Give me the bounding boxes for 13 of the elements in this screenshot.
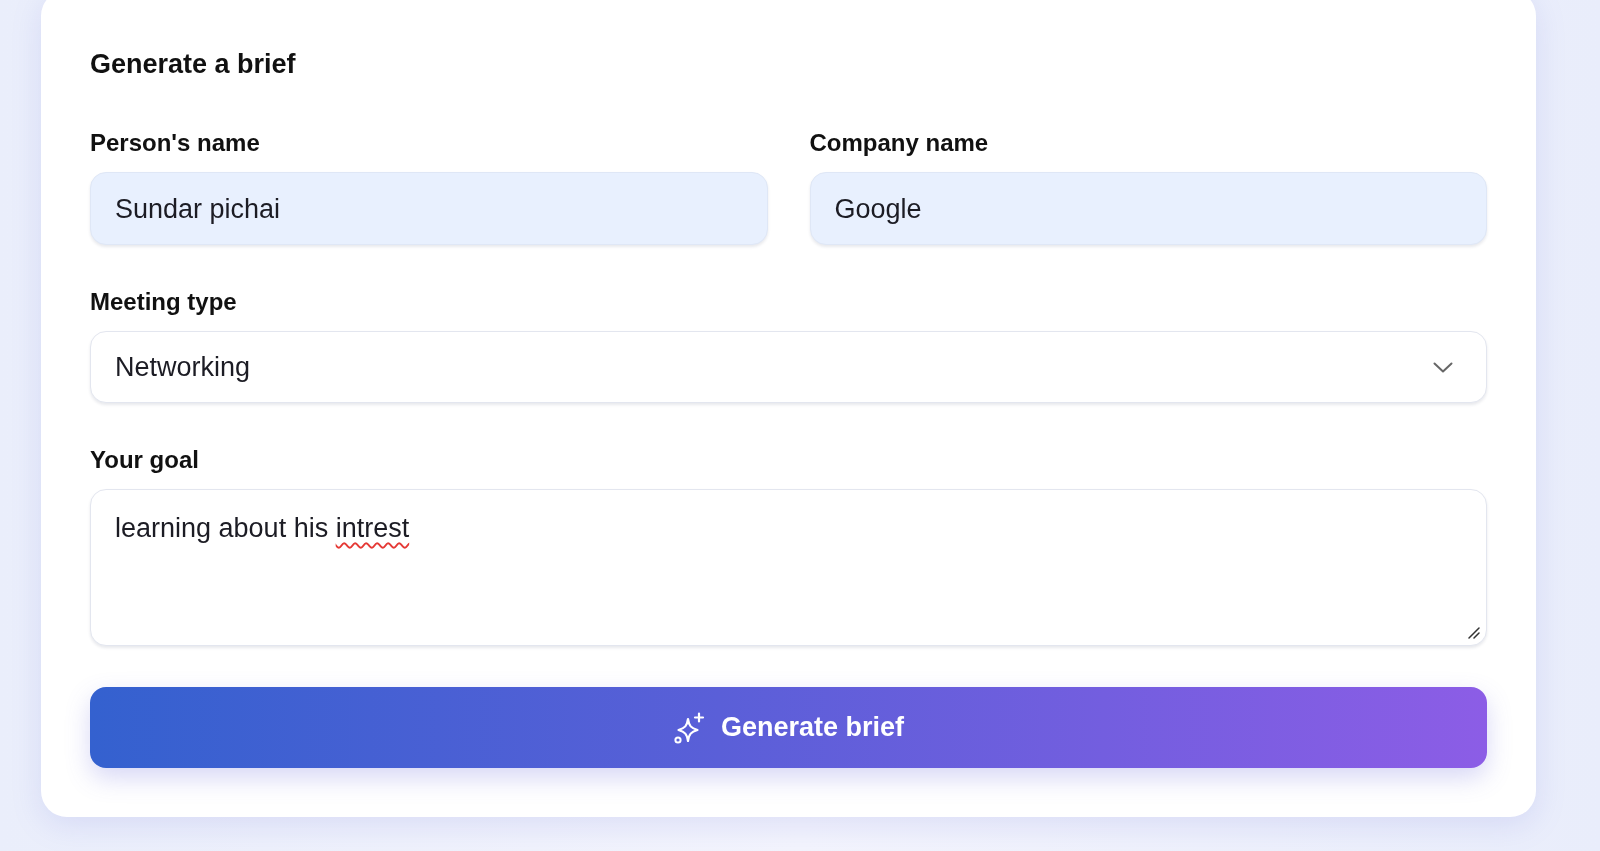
text-input[interactable]: Google: [809, 172, 1487, 245]
field-label: Company name: [809, 128, 989, 158]
field-label: Person's name: [90, 128, 260, 158]
sparkle-icon: [672, 711, 705, 744]
textarea-field[interactable]: learning about his intrest: [90, 489, 1487, 646]
select-field[interactable]: Networking: [90, 331, 1487, 403]
resize-handle-icon[interactable]: [1468, 627, 1480, 639]
text-input[interactable]: Sundar pichai: [90, 172, 768, 245]
field-label: Meeting type: [90, 287, 237, 317]
chevron-down-icon: [1433, 361, 1453, 373]
form-title: Generate a brief: [90, 48, 296, 80]
field-label: Your goal: [90, 445, 199, 475]
generate-brief-button[interactable]: Generate brief: [90, 687, 1487, 768]
